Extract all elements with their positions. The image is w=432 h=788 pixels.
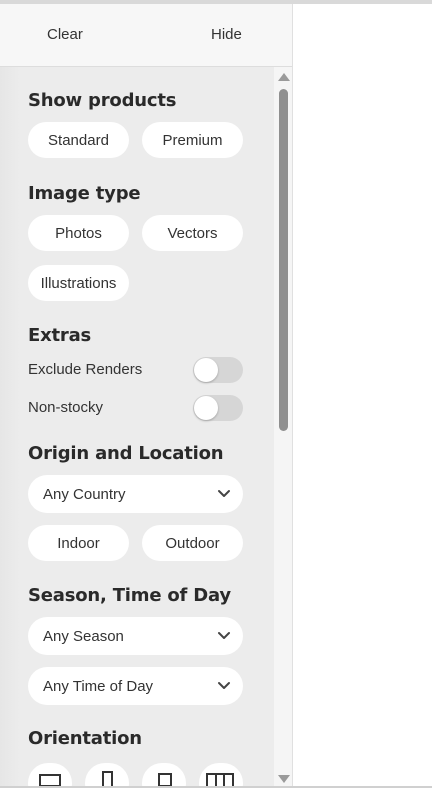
image-type-heading: Image type xyxy=(28,183,141,204)
exclude-renders-toggle[interactable] xyxy=(193,357,243,383)
filter-panel: Clear Hide Show products Standard Premiu… xyxy=(0,4,293,786)
show-products-heading: Show products xyxy=(28,90,177,111)
portrait-icon xyxy=(102,771,113,786)
orientation-landscape-button[interactable] xyxy=(28,763,72,786)
chevron-down-icon xyxy=(218,682,230,689)
vectors-option[interactable]: Vectors xyxy=(142,215,243,251)
country-select-value: Any Country xyxy=(43,485,126,503)
orientation-portrait-button[interactable] xyxy=(85,763,129,786)
scroll-down-arrow-icon[interactable] xyxy=(278,775,290,783)
time-of-day-select-value: Any Time of Day xyxy=(43,677,154,695)
season-select[interactable]: Any Season xyxy=(28,617,243,655)
season-select-value: Any Season xyxy=(43,627,124,645)
toggle-knob xyxy=(194,396,218,420)
outdoor-option[interactable]: Outdoor xyxy=(142,525,243,561)
country-select[interactable]: Any Country xyxy=(28,475,243,513)
orientation-heading: Orientation xyxy=(28,728,142,749)
scrollbar[interactable] xyxy=(274,67,292,786)
filter-content: Show products Standard Premium Image typ… xyxy=(0,67,274,786)
origin-location-heading: Origin and Location xyxy=(28,443,224,464)
scroll-up-arrow-icon[interactable] xyxy=(278,73,290,81)
photos-option[interactable]: Photos xyxy=(28,215,129,251)
scrollbar-thumb[interactable] xyxy=(279,89,288,431)
standard-option[interactable]: Standard xyxy=(28,122,129,158)
toggle-knob xyxy=(194,358,218,382)
time-of-day-select[interactable]: Any Time of Day xyxy=(28,667,243,705)
clear-button[interactable]: Clear xyxy=(47,26,83,43)
non-stocky-toggle[interactable] xyxy=(193,395,243,421)
indoor-option[interactable]: Indoor xyxy=(28,525,129,561)
orientation-panoramic-button[interactable] xyxy=(199,763,243,786)
non-stocky-label: Non-stocky xyxy=(28,399,104,416)
chevron-down-icon xyxy=(218,632,230,639)
extras-heading: Extras xyxy=(28,325,92,346)
chevron-down-icon xyxy=(218,490,230,497)
orientation-square-button[interactable] xyxy=(142,763,186,786)
filter-panel-header: Clear Hide xyxy=(0,4,292,67)
hide-button[interactable]: Hide xyxy=(211,26,242,43)
season-time-heading: Season, Time of Day xyxy=(28,585,231,606)
landscape-icon xyxy=(39,774,61,786)
square-icon xyxy=(158,773,172,786)
exclude-renders-label: Exclude Renders xyxy=(28,361,143,378)
premium-option[interactable]: Premium xyxy=(142,122,243,158)
illustrations-option[interactable]: Illustrations xyxy=(28,265,129,301)
panoramic-icon xyxy=(206,773,234,786)
